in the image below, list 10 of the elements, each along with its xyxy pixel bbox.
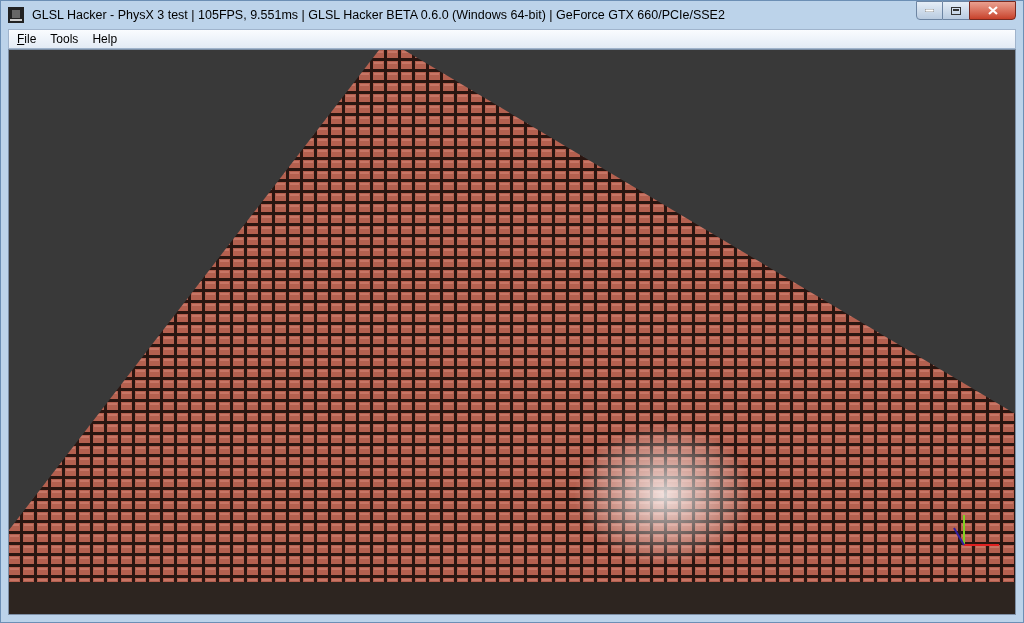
- menu-item[interactable]: Help: [86, 30, 124, 48]
- menu-item[interactable]: Tools: [44, 30, 85, 48]
- minimize-icon: [925, 9, 934, 12]
- window-title: GLSL Hacker - PhysX 3 test | 105FPS, 9.551ms | GLSL Hacker BETA 0.6.0 (Windows 64-bit) | GeForce GTX 660/PCIe/SSE2: [32, 6, 726, 24]
- maximize-button[interactable]: [943, 1, 969, 20]
- close-button[interactable]: [969, 1, 1016, 20]
- menu-item[interactable]: File: [11, 30, 43, 48]
- maximize-icon: [951, 6, 961, 15]
- app-icon: [8, 7, 24, 23]
- close-icon: [987, 6, 998, 15]
